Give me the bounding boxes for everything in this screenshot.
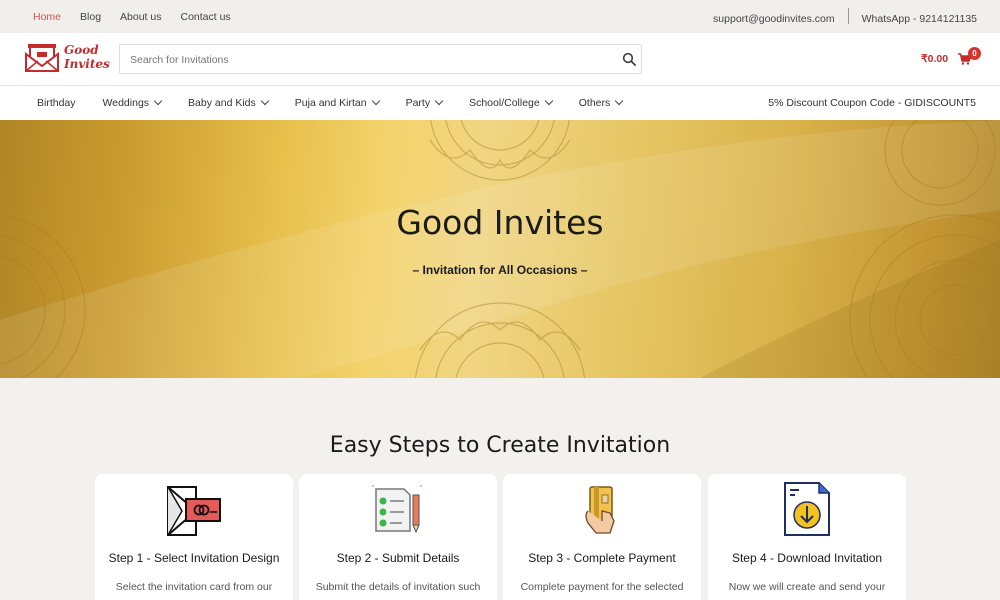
envelope-rings-icon [167,486,221,536]
nav-item-puja-and-kirtan[interactable]: Puja and Kirtan [294,96,380,109]
nav-item-birthday[interactable]: Birthday [37,97,76,109]
chevron-down-icon [544,96,553,106]
logo[interactable]: Good Invites [25,42,110,74]
support-email-link[interactable]: support@goodinvites.com [713,13,835,25]
chevron-down-icon [615,96,624,106]
hero-title: Good Invites [396,203,604,242]
nav-item-baby-and-kids[interactable]: Baby and Kids [188,96,270,109]
nav-item-label: Weddings [102,97,150,109]
step-title: Step 2 - Submit Details [336,551,460,565]
hero-subtitle: – Invitation for All Occasions – [412,263,588,277]
step-title: Step 3 - Complete Payment [528,551,676,565]
step-title: Step 4 - Download Invitation [731,551,883,565]
top-link-contact[interactable]: Contact us [180,11,230,23]
cart-button[interactable]: ₹0.00 [921,53,972,65]
mandala-decoration [0,120,1000,378]
nav-item-others[interactable]: Others [578,96,624,109]
cart-count-badge: 0 [968,47,981,60]
nav-item-label: Baby and Kids [188,97,256,109]
nav-items: Birthday Weddings Baby and Kids Puja and… [37,96,649,109]
top-links: Home Blog About us Contact us [33,11,231,23]
search-box [119,44,642,74]
nav-item-label: Others [578,97,611,109]
step-description: Submit the details of invitation such [315,581,481,593]
nav-item-party[interactable]: Party [405,96,444,109]
logo-envelope-icon [25,44,59,72]
nav-item-label: Puja and Kirtan [294,97,367,109]
step-title: Step 1 - Select Invitation Design [108,551,280,565]
nav-item-label: Party [405,97,431,109]
hero-banner: Good Invites – Invitation for All Occasi… [0,120,1000,378]
top-bar: Home Blog About us Contact us support@go… [0,0,1000,33]
checklist-pencil-icon [371,484,423,534]
step-card-2: Step 2 - Submit Details Submit the detai… [299,474,497,600]
download-file-icon [784,482,830,536]
site-header: Good Invites ₹0.00 0 [0,33,1000,86]
top-link-blog[interactable]: Blog [80,11,101,23]
logo-text-line2: Invites [64,57,110,71]
steps-heading: Easy Steps to Create Invitation [329,433,671,458]
logo-text: Good Invites [64,44,110,70]
nav-item-weddings[interactable]: Weddings [102,96,163,109]
nav-item-school-college[interactable]: School/College [469,96,553,109]
chevron-down-icon [434,96,444,106]
main-nav: Birthday Weddings Baby and Kids Puja and… [0,86,1000,120]
chevron-down-icon [371,96,380,106]
top-link-home[interactable]: Home [33,11,61,23]
step-description: Now we will create and send your [728,581,886,593]
nav-item-label: School/College [469,97,540,109]
top-link-about[interactable]: About us [120,11,161,23]
coupon-text: 5% Discount Coupon Code - GIDISCOUNT5 [768,97,976,109]
card-payment-icon [585,486,615,534]
top-contact: support@goodinvites.com WhatsApp - 92141… [713,8,977,27]
cart-total: ₹0.00 [921,53,949,65]
step-card-1: Step 1 - Select Invitation Design Select… [95,474,293,600]
step-description: Complete payment for the selected [520,581,684,593]
chevron-down-icon [153,96,163,106]
search-icon[interactable] [622,52,636,66]
step-card-4: Step 4 - Download Invitation Now we will… [708,474,906,600]
whatsapp-link[interactable]: WhatsApp - 9214121135 [862,13,977,25]
step-description: Select the invitation card from our [115,581,273,593]
chevron-down-icon [260,96,270,106]
top-divider [847,8,849,24]
step-card-3: Step 3 - Complete Payment Complete payme… [503,474,701,600]
nav-item-label: Birthday [37,97,76,109]
logo-text-line1: Good [64,43,99,57]
search-input[interactable] [130,51,610,69]
